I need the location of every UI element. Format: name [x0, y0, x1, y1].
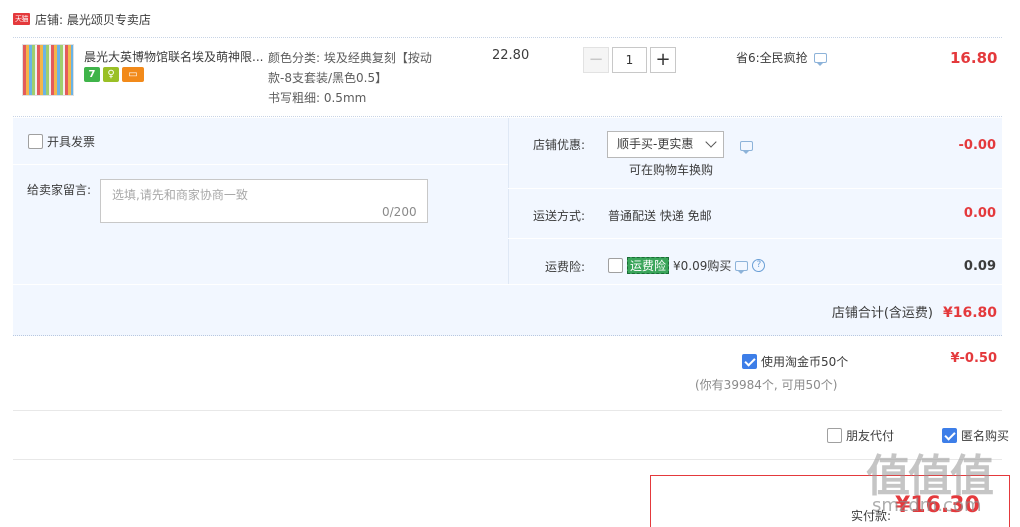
watermark-url: smzdm.com: [872, 495, 982, 516]
shipping-value: 0.00: [963, 206, 996, 221]
sku-info: 颜色分类: 埃及经典复刻【按动 款-8支套装/黑色0.5】 书写粗细: 0.5m…: [268, 48, 453, 108]
shipping-label: 运送方式:: [532, 209, 585, 223]
insurance-label: 运费险:: [544, 260, 585, 274]
product-thumbnail[interactable]: [22, 44, 74, 96]
shop-subtotal: 店铺合计(含运费) ¥16.80: [832, 302, 997, 321]
row-divider: [508, 238, 1002, 239]
insurance-option[interactable]: 运费险 ¥0.09购买 ?: [608, 257, 766, 274]
shop-discount-select[interactable]: 顺手买-更实惠: [607, 131, 724, 158]
section-divider: [13, 459, 1002, 460]
coins-option[interactable]: 使用淘金币50个: [742, 353, 848, 370]
invoice-option[interactable]: 开具发票: [28, 133, 95, 150]
insurance-tag: 运费险: [627, 257, 670, 274]
service-badges: 7 ♀ ▭: [84, 67, 144, 82]
subtotal-value: ¥16.80: [942, 305, 997, 321]
section-divider: [13, 410, 1002, 411]
message-char-count: 0/200: [382, 205, 417, 219]
row-divider: [13, 164, 508, 165]
credit-card-icon[interactable]: ▭: [122, 67, 144, 82]
promo-text: 省6:全民疯抢: [736, 51, 808, 65]
coins-label: 使用淘金币50个: [761, 355, 849, 369]
shop-discount-selected: 顺手买-更实惠: [617, 137, 694, 151]
quantity-stepper: − 1 +: [583, 47, 676, 73]
qty-decrease-button[interactable]: −: [583, 47, 609, 73]
qty-input[interactable]: 1: [612, 47, 647, 73]
product-title[interactable]: 晨光大英博物馆联名埃及萌神限...: [84, 48, 263, 65]
item-total: 16.80: [950, 49, 998, 67]
shop-name[interactable]: 店铺: 晨光颂贝专卖店: [35, 11, 151, 28]
message-placeholder: 选填,请先和商家协商一致: [112, 188, 248, 202]
subtotal-label: 店铺合计(含运费): [831, 306, 933, 321]
chevron-down-icon: [705, 136, 717, 148]
sku-color-line2: 款-8支套装/黑色0.5】: [268, 71, 388, 85]
unit-price: 22.80: [492, 48, 530, 63]
coins-note: (你有39984个, 可用50个): [695, 378, 838, 392]
chat-icon[interactable]: [740, 141, 753, 154]
shop-discount-label: 店铺优惠:: [532, 138, 585, 152]
help-icon[interactable]: ?: [752, 259, 766, 272]
promo: 省6:全民疯抢: [736, 49, 827, 66]
row-divider: [13, 284, 1002, 285]
sku-thickness: 书写粗细: 0.5mm: [268, 91, 367, 105]
insurance-value: 0.09: [963, 259, 996, 274]
shop-discount-value: -0.00: [958, 138, 996, 153]
invoice-label: 开具发票: [47, 135, 96, 149]
shipping-method: 普通配送 快递 免邮: [608, 209, 712, 223]
guarantee-icon[interactable]: ♀: [103, 67, 119, 82]
qty-increase-button[interactable]: +: [650, 47, 676, 73]
shop-header: 天猫 店铺: 晨光颂贝专卖店: [13, 10, 151, 28]
sku-color-line1: 颜色分类: 埃及经典复刻【按动: [268, 51, 432, 65]
seven-day-return-icon[interactable]: 7: [84, 67, 100, 82]
friend-pay-checkbox[interactable]: [827, 428, 842, 443]
shop-discount-hint: 可在购物车换购: [629, 163, 714, 177]
invoice-checkbox[interactable]: [28, 134, 43, 149]
insurance-checkbox[interactable]: [608, 258, 623, 273]
chat-icon[interactable]: [813, 52, 827, 66]
chat-icon[interactable]: [735, 260, 749, 274]
insurance-price: ¥0.09购买: [673, 259, 732, 273]
coins-value: ¥-0.50: [950, 351, 997, 366]
tmall-logo-icon: 天猫: [13, 13, 30, 25]
row-divider: [508, 188, 1002, 189]
coins-checkbox[interactable]: [742, 354, 757, 369]
message-label: 给卖家留言:: [27, 183, 92, 197]
